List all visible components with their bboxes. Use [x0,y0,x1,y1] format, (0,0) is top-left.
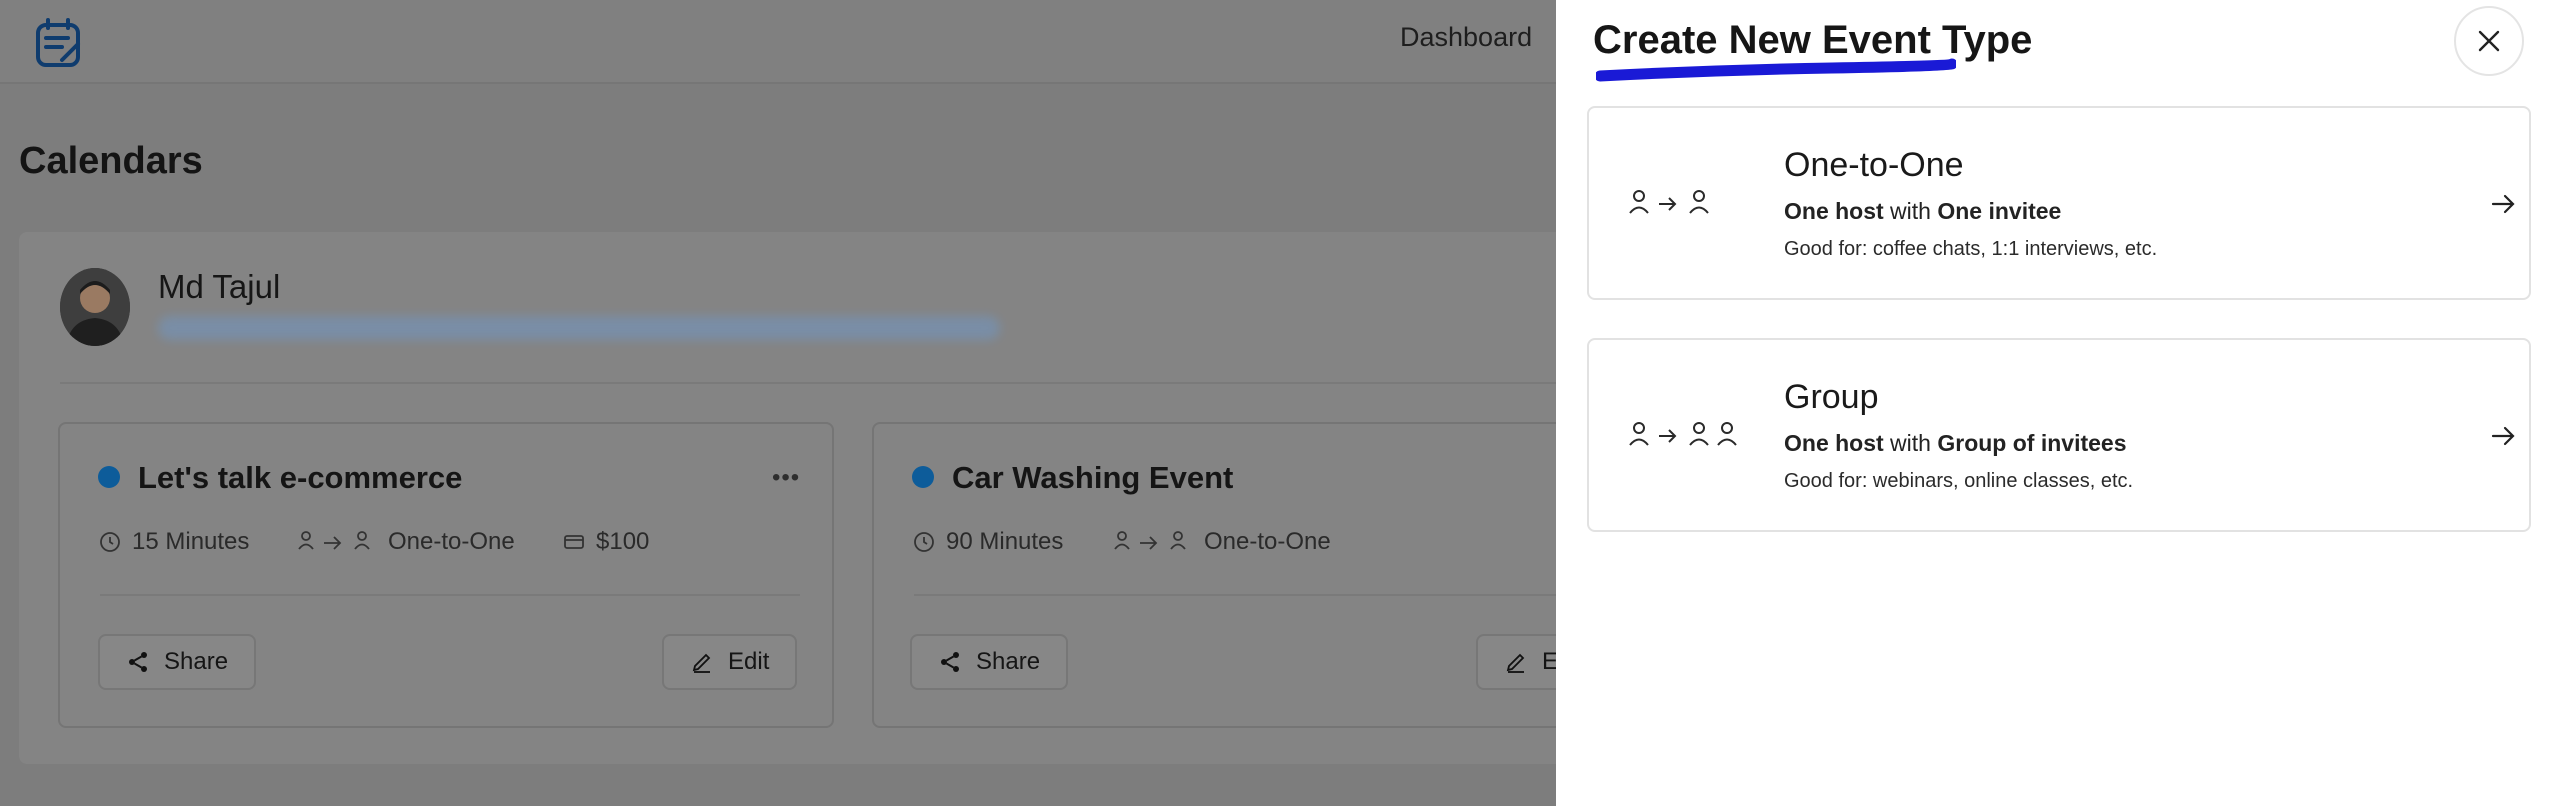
event-card[interactable]: Car Washing Event 90 Minutes One-to-One … [872,422,1648,728]
host-text: One host [1784,198,1884,224]
profile-name: Md Tajul [158,268,281,305]
event-title: Car Washing Event [952,460,1234,495]
one-to-one-icon [1114,531,1186,550]
one-to-one-icon [1627,188,1711,218]
one-to-one-icon [298,531,370,550]
app-logo-icon[interactable] [32,16,86,70]
invitee-text: Group of invitees [1937,430,2127,456]
share-button-label: Share [976,648,1041,675]
connector-text: with [1883,430,1938,456]
divider [60,382,1610,384]
event-duration: 15 Minutes [98,528,249,556]
payment-card-icon [564,535,584,549]
event-type-name: One-to-One [1784,146,1964,184]
event-price-text: $100 [596,528,650,555]
event-type-good-for: Good for: webinars, online classes, etc. [1784,470,2134,492]
event-duration: 90 Minutes [912,528,1063,556]
arrow-right-icon[interactable] [2489,190,2517,218]
event-duration-text: 90 Minutes [946,528,1064,555]
event-type-text: One-to-One [1204,528,1331,555]
avatar [60,268,130,346]
share-button-label: Share [164,648,229,675]
event-title: Let's talk e-commerce [138,460,463,495]
share-icon [941,652,959,672]
event-type-option-one-to-one[interactable]: One-to-One One host with One invitee Goo… [1587,106,2531,300]
drawer-title: Create New Event Type [1593,18,2033,62]
invitee-text: One invitee [1937,198,2062,224]
event-type-name: Group [1784,378,1879,416]
divider [100,594,800,596]
event-color-dot [912,466,934,488]
pencil-icon [1506,653,1525,673]
event-type-option-group[interactable]: Group One host with Group of invitees Go… [1587,338,2531,532]
create-event-type-drawer: Create New Event Type One-to-One One hos… [1556,0,2560,806]
event-type-text: One-to-One [388,528,515,555]
edit-button-label: Edit [728,648,770,675]
share-icon [129,652,147,672]
group-icon [1627,420,1743,450]
profile-link-blurred [158,316,1000,340]
event-color-dot [98,466,120,488]
event-type-good-for: Good for: coffee chats, 1:1 interviews, … [1784,238,2158,260]
event-card[interactable]: Let's talk e-commerce ••• 15 Minutes One… [58,422,834,728]
arrow-right-icon[interactable] [2489,422,2517,450]
event-type: One-to-One [1112,528,1331,556]
event-duration-text: 15 Minutes [132,528,250,555]
event-type: One-to-One [296,528,515,556]
event-type-description: One host with Group of invitees [1784,430,2127,457]
close-button[interactable] [2454,6,2524,76]
divider [914,594,1614,596]
clock-icon [914,532,934,552]
page-title: Calendars [19,140,203,182]
event-type-description: One host with One invitee [1784,198,2061,225]
share-button[interactable]: Share [98,634,257,690]
close-icon [2478,30,2500,52]
share-button[interactable]: Share [910,634,1069,690]
highlight-underline [1596,58,1956,82]
event-price: $100 [562,528,649,556]
nav-dashboard-link[interactable]: Dashboard [1400,22,1532,53]
clock-icon [100,532,120,552]
host-text: One host [1784,430,1884,456]
pencil-icon [692,653,711,673]
edit-button[interactable]: Edit [662,634,798,690]
more-options-icon[interactable]: ••• [772,464,800,492]
connector-text: with [1883,198,1938,224]
